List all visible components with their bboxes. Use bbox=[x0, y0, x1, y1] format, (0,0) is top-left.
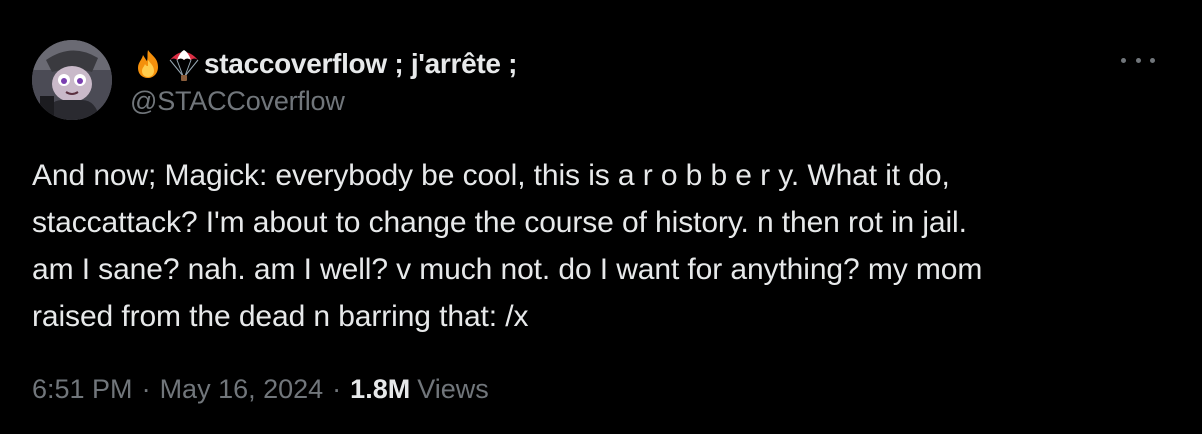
more-dot-icon bbox=[1150, 57, 1155, 63]
separator: · bbox=[141, 374, 151, 404]
display-name-row[interactable]: staccoverflow ; j'arrête ; bbox=[130, 44, 518, 84]
avatar-image bbox=[32, 40, 112, 120]
tweet-card: staccoverflow ; j'arrête ; @STACCoverflo… bbox=[0, 0, 1202, 434]
parachute-icon bbox=[166, 46, 202, 82]
more-options-button[interactable] bbox=[1121, 50, 1155, 70]
tweet-time[interactable]: 6:51 PM bbox=[32, 374, 133, 405]
display-name[interactable]: staccoverflow ; j'arrête ; bbox=[204, 48, 518, 80]
views-label: Views bbox=[417, 374, 489, 404]
tweet-metadata: 6:51 PM · May 16, 2024 · 1.8M Views bbox=[32, 374, 489, 405]
views-count[interactable]: 1.8M bbox=[350, 374, 410, 405]
tweet-header: staccoverflow ; j'arrête ; @STACCoverflo… bbox=[130, 44, 518, 117]
tweet-text: And now; Magick: everybody be cool, this… bbox=[32, 159, 983, 333]
more-dot-icon bbox=[1135, 57, 1141, 63]
user-handle[interactable]: @STACCoverflow bbox=[130, 86, 517, 117]
fire-icon bbox=[130, 46, 166, 82]
more-dot-icon bbox=[1121, 57, 1126, 63]
separator: · bbox=[332, 374, 342, 404]
tweet-date[interactable]: May 16, 2024 bbox=[160, 374, 324, 405]
avatar[interactable] bbox=[32, 40, 112, 120]
